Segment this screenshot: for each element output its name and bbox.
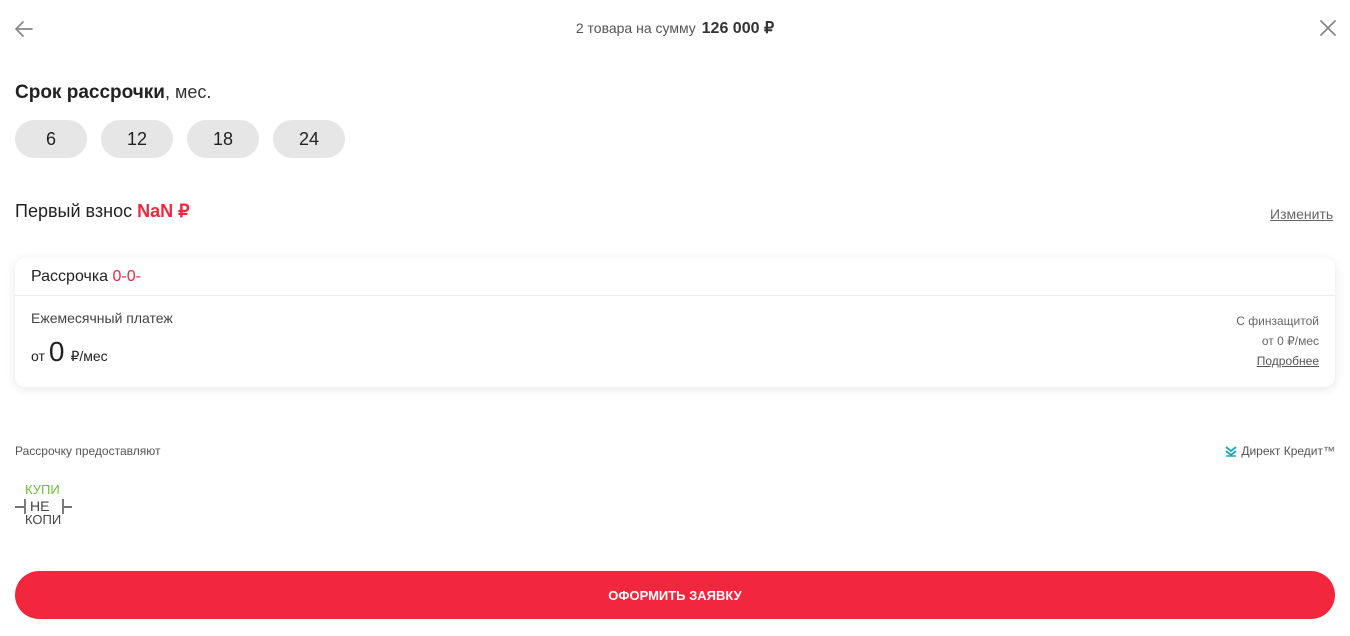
protection-amount: от 0 ₽/мес: [1261, 334, 1319, 348]
direct-credit-logo: Директ Кредит™: [1225, 444, 1335, 458]
order-summary: 2 товара на сумму 126 000 ₽: [0, 18, 1350, 38]
term-option-6[interactable]: 6: [15, 120, 87, 158]
plan-code: 0-0-: [112, 268, 141, 285]
term-option-24[interactable]: 24: [273, 120, 345, 158]
card-divider: [15, 295, 1335, 296]
order-summary-prefix: 2 товара на сумму: [575, 20, 696, 36]
providers-label: Рассрочку предоставляют: [15, 444, 161, 458]
down-payment-label: Первый взнос: [15, 201, 133, 221]
term-title: Срок рассрочки, мес.: [15, 82, 211, 104]
logo-text-kupi: КУПИ: [25, 482, 60, 497]
order-summary-amount: 126 000 ₽: [701, 20, 775, 37]
down-payment-value: NaN ₽: [137, 201, 190, 221]
term-option-18[interactable]: 18: [187, 120, 259, 158]
logo-text-kopi: КОПИ: [25, 512, 61, 526]
amount-value: 0: [48, 336, 65, 367]
close-icon: [1320, 20, 1336, 36]
amount-suffix: ₽/мес: [70, 348, 108, 364]
plan-title: Рассрочка 0-0-: [31, 268, 141, 286]
term-option-12[interactable]: 12: [101, 120, 173, 158]
down-payment: Первый взнос NaN ₽: [15, 201, 190, 222]
direct-credit-text: Директ Кредит™: [1241, 444, 1335, 458]
term-unit: , мес.: [165, 82, 212, 102]
submit-application-button[interactable]: ОФОРМИТЬ ЗАЯВКУ: [15, 571, 1335, 619]
monthly-payment-label: Ежемесячный платеж: [31, 310, 173, 326]
installment-plan-card: Рассрочка 0-0- Ежемесячный платеж от 0 ₽/м…: [15, 258, 1335, 387]
amount-prefix: от: [31, 348, 45, 364]
direct-credit-icon: [1225, 445, 1237, 457]
term-title-text: Срок рассрочки: [15, 82, 165, 103]
plan-title-text: Рассрочка: [31, 268, 109, 285]
close-button[interactable]: [1317, 17, 1339, 39]
details-link[interactable]: Подробнее: [1236, 351, 1319, 371]
financial-protection: С финзащитой от 0 ₽/мес Подробнее: [1236, 311, 1319, 371]
kupi-ne-kopi-logo: КУПИ НЕ КОПИ: [15, 482, 73, 527]
monthly-payment-amount: от 0 ₽/мес: [31, 336, 108, 368]
protection-label: С финзащитой: [1236, 314, 1319, 328]
change-down-payment-link[interactable]: Изменить: [1270, 206, 1333, 222]
